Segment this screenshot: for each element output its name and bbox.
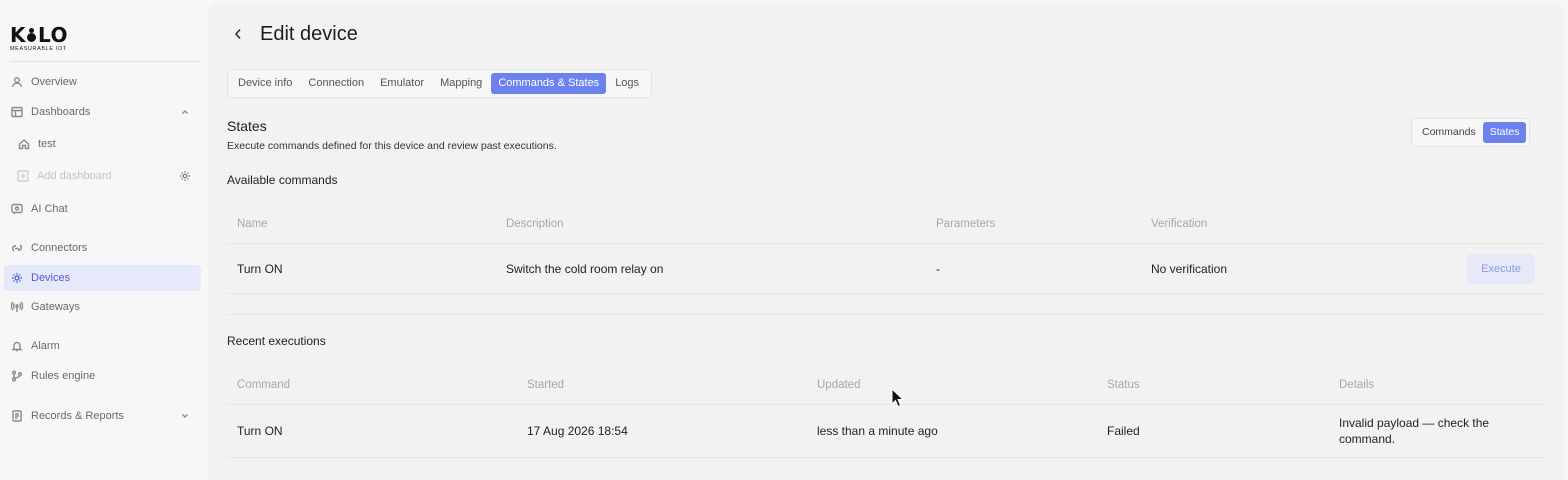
dashboard-icon <box>11 106 23 118</box>
tab-commands-states[interactable]: Commands & States <box>491 73 607 94</box>
plus-square-icon <box>17 170 29 182</box>
column-header-updated: Updated <box>817 378 861 391</box>
tab-logs[interactable]: Logs <box>608 73 646 94</box>
sidebar-item-label: Overview <box>31 76 77 88</box>
toggle-commands[interactable]: Commands <box>1415 122 1483 143</box>
sidebar-item-overview[interactable]: Overview <box>4 69 201 95</box>
column-header-description: Description <box>506 217 564 230</box>
command-verification: No verification <box>1151 261 1228 276</box>
sidebar-item-rules-engine[interactable]: Rules engine <box>4 363 201 389</box>
chevron-down-icon[interactable] <box>179 410 191 422</box>
column-header-details: Details <box>1339 378 1375 391</box>
chat-icon <box>11 203 23 215</box>
toggle-states[interactable]: States <box>1482 122 1527 143</box>
tab-bar: Device info Connection Emulator Mapping … <box>227 69 653 98</box>
sidebar-item-label: Dashboards <box>31 106 91 118</box>
home-icon <box>18 138 30 150</box>
sidebar-item-label: Rules engine <box>31 370 96 382</box>
sidebar-item-label: Records & Reports <box>31 410 124 422</box>
table-row: Turn ON 17 Aug 2026 18:54 less than a mi… <box>227 405 1545 458</box>
column-header-name: Name <box>237 217 268 230</box>
logo-wordmark: K LO <box>10 23 69 47</box>
column-header-status: Status <box>1107 378 1140 391</box>
table-header: Command Started Updated Status Details <box>227 365 1545 405</box>
gear-icon[interactable] <box>179 170 191 182</box>
sidebar: K LO MEASURABLE IOT Overview Dashboards t… <box>0 0 208 480</box>
sidebar-item-label: Add dashboard <box>37 170 112 182</box>
sidebar-item-ai-chat[interactable]: AI Chat <box>4 196 201 222</box>
section-title: States <box>227 118 267 134</box>
sidebar-item-add-dashboard[interactable]: Add dashboard <box>4 163 201 189</box>
logo-tagline: MEASURABLE IOT <box>10 46 67 52</box>
column-header-parameters: Parameters <box>936 217 996 230</box>
sidebar-item-label: AI Chat <box>31 203 68 215</box>
tab-device-info[interactable]: Device info <box>231 73 299 94</box>
sidebar-item-label: Alarm <box>31 340 60 352</box>
sidebar-divider <box>10 61 201 62</box>
mouse-cursor-icon <box>891 388 905 408</box>
execution-command: Turn ON <box>237 424 283 438</box>
sidebar-item-test[interactable]: test <box>4 131 201 157</box>
execution-details: Invalid payload — check the command. <box>1339 416 1490 446</box>
sidebar-item-label: Devices <box>31 272 71 284</box>
sidebar-item-alarm[interactable]: Alarm <box>4 333 201 359</box>
branch-icon <box>11 370 23 382</box>
execution-status: Failed <box>1107 424 1140 438</box>
antenna-icon <box>11 301 23 313</box>
command-description: Switch the cold room relay on <box>506 261 664 276</box>
section-description: Execute commands defined for this device… <box>227 140 557 152</box>
gear-icon <box>11 272 23 284</box>
bell-icon <box>11 340 23 352</box>
column-header-verification: Verification <box>1151 217 1208 230</box>
tab-emulator[interactable]: Emulator <box>373 73 431 94</box>
connectors-icon <box>11 242 23 254</box>
brand-logo[interactable]: K LO MEASURABLE IOT <box>10 25 68 52</box>
tab-connection[interactable]: Connection <box>301 73 371 94</box>
recent-executions-table: Command Started Updated Status Details T… <box>227 365 1545 458</box>
sidebar-item-devices[interactable]: Devices <box>4 265 201 291</box>
command-parameters: - <box>936 261 940 276</box>
logo-dot-icon <box>27 28 37 42</box>
tab-mapping[interactable]: Mapping <box>433 73 489 94</box>
sidebar-item-label: Connectors <box>31 242 88 254</box>
column-header-started: Started <box>527 378 565 391</box>
back-arrow-icon[interactable] <box>232 26 244 42</box>
sidebar-item-gateways[interactable]: Gateways <box>4 294 201 320</box>
main-panel: Edit device Device info Connection Emula… <box>208 4 1564 480</box>
execute-button[interactable]: Execute <box>1467 254 1535 284</box>
column-header-command: Command <box>237 378 291 391</box>
available-commands-title: Available commands <box>227 173 338 187</box>
sidebar-item-records-reports[interactable]: Records & Reports <box>4 403 201 429</box>
sidebar-item-label: test <box>38 138 56 150</box>
execution-updated: less than a minute ago <box>817 424 938 438</box>
execution-started: 17 Aug 2026 18:54 <box>527 424 628 438</box>
view-toggle: Commands States <box>1411 118 1531 147</box>
user-icon <box>11 76 23 88</box>
available-commands-table: Name Description Parameters Verification… <box>227 204 1545 294</box>
sidebar-item-dashboards[interactable]: Dashboards <box>4 99 201 125</box>
section-divider <box>227 314 1545 315</box>
table-header: Name Description Parameters Verification <box>227 204 1545 244</box>
chevron-up-icon[interactable] <box>179 106 191 118</box>
sidebar-item-label: Gateways <box>31 301 80 313</box>
sidebar-item-connectors[interactable]: Connectors <box>4 235 201 261</box>
page-title: Edit device <box>260 23 358 45</box>
report-icon <box>11 410 23 422</box>
command-name: Turn ON <box>237 261 283 276</box>
table-row: Turn ON Switch the cold room relay on - … <box>227 244 1545 294</box>
recent-executions-title: Recent executions <box>227 334 326 348</box>
